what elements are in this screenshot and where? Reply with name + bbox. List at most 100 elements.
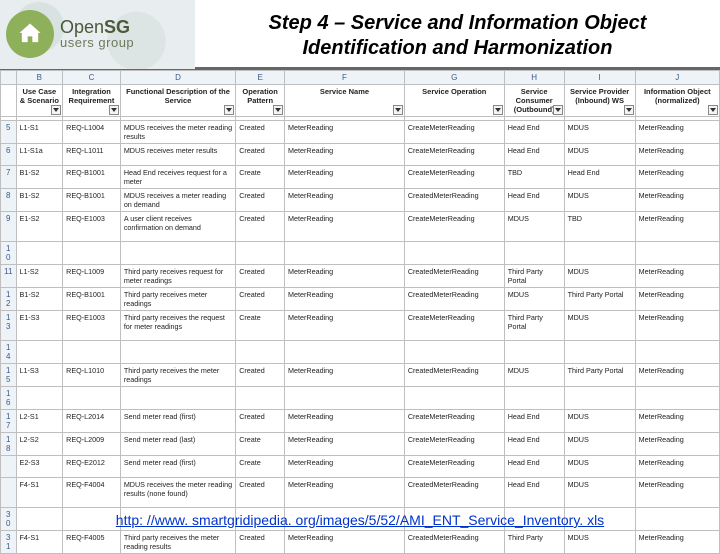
cell[interactable]: REQ-E1003 <box>63 212 121 242</box>
cell[interactable] <box>504 341 564 364</box>
column-header[interactable]: Integration Requirement <box>63 85 121 117</box>
cell[interactable] <box>635 341 719 364</box>
filter-dropdown-icon[interactable] <box>493 105 503 115</box>
cell[interactable] <box>564 242 635 265</box>
cell[interactable] <box>120 341 235 364</box>
cell[interactable] <box>63 387 121 410</box>
cell[interactable]: B1-S2 <box>16 189 63 212</box>
cell[interactable]: MDUS receives a meter reading on demand <box>120 189 235 212</box>
cell[interactable]: MDUS <box>564 410 635 433</box>
cell[interactable]: E1-S2 <box>16 212 63 242</box>
cell[interactable]: MeterReading <box>635 166 719 189</box>
cell[interactable]: REQ-L1009 <box>63 265 121 288</box>
cell[interactable]: Head End <box>504 456 564 478</box>
cell[interactable]: MeterReading <box>635 478 719 508</box>
cell[interactable]: MeterReading <box>285 478 405 508</box>
cell[interactable]: MDUS <box>504 364 564 387</box>
cell[interactable]: MeterReading <box>285 265 405 288</box>
cell[interactable]: Create <box>236 311 285 341</box>
cell[interactable]: Created <box>236 288 285 311</box>
filter-dropdown-icon[interactable] <box>51 105 61 115</box>
cell[interactable] <box>404 387 504 410</box>
cell[interactable] <box>635 242 719 265</box>
cell[interactable]: REQ-F4005 <box>63 531 121 554</box>
cell[interactable]: Head End receives request for a meter <box>120 166 235 189</box>
cell[interactable]: Create <box>236 456 285 478</box>
cell[interactable]: REQ-F4004 <box>63 478 121 508</box>
cell[interactable] <box>16 387 63 410</box>
cell[interactable]: Third party receives the meter readings <box>120 364 235 387</box>
cell[interactable]: MDUS <box>564 311 635 341</box>
cell[interactable]: MeterReading <box>635 265 719 288</box>
cell[interactable]: MeterReading <box>635 531 719 554</box>
cell[interactable]: MeterReading <box>635 144 719 166</box>
cell[interactable]: E1-S3 <box>16 311 63 341</box>
cell[interactable]: Third Party Portal <box>564 364 635 387</box>
cell[interactable]: Send meter read (last) <box>120 433 235 456</box>
cell[interactable]: Head End <box>504 410 564 433</box>
cell[interactable]: E2-S3 <box>16 456 63 478</box>
cell[interactable]: MeterReading <box>285 311 405 341</box>
cell[interactable]: MeterReading <box>285 121 405 144</box>
cell[interactable] <box>16 242 63 265</box>
cell[interactable]: L2-S1 <box>16 410 63 433</box>
cell[interactable]: MeterReading <box>635 433 719 456</box>
cell[interactable]: Head End <box>504 144 564 166</box>
cell[interactable]: CreateMeterReading <box>404 410 504 433</box>
cell[interactable] <box>504 242 564 265</box>
cell[interactable]: Third Party <box>504 531 564 554</box>
cell[interactable]: Send meter read (first) <box>120 456 235 478</box>
source-link[interactable]: http: //www. smartgridipedia. org/images… <box>116 512 604 528</box>
cell[interactable]: MDUS receives meter results <box>120 144 235 166</box>
cell[interactable] <box>236 387 285 410</box>
cell[interactable]: MeterReading <box>285 531 405 554</box>
cell[interactable]: MeterReading <box>635 121 719 144</box>
cell[interactable] <box>564 341 635 364</box>
cell[interactable]: REQ-E1003 <box>63 311 121 341</box>
cell[interactable]: MDUS <box>564 531 635 554</box>
cell[interactable]: Create <box>236 166 285 189</box>
cell[interactable]: MDUS <box>564 433 635 456</box>
cell[interactable]: L1-S1 <box>16 121 63 144</box>
cell[interactable]: MeterReading <box>635 212 719 242</box>
cell[interactable]: CreatedMeterReading <box>404 531 504 554</box>
cell[interactable]: Send meter read (first) <box>120 410 235 433</box>
column-header[interactable]: Service Operation <box>404 85 504 117</box>
cell[interactable]: MeterReading <box>635 189 719 212</box>
cell[interactable]: CreatedMeterReading <box>404 478 504 508</box>
cell[interactable]: Third party receives meter readings <box>120 288 235 311</box>
column-header[interactable]: Service Name <box>285 85 405 117</box>
cell[interactable]: L1-S2 <box>16 265 63 288</box>
cell[interactable]: MDUS <box>564 121 635 144</box>
cell[interactable]: REQ-L1010 <box>63 364 121 387</box>
cell[interactable]: Head End <box>564 166 635 189</box>
filter-dropdown-icon[interactable] <box>224 105 234 115</box>
cell[interactable]: Created <box>236 478 285 508</box>
cell[interactable]: REQ-B1001 <box>63 166 121 189</box>
cell[interactable]: MeterReading <box>635 288 719 311</box>
cell[interactable] <box>564 387 635 410</box>
cell[interactable]: Third Party Portal <box>564 288 635 311</box>
filter-dropdown-icon[interactable] <box>109 105 119 115</box>
cell[interactable]: CreatedMeterReading <box>404 288 504 311</box>
cell[interactable]: B1-S2 <box>16 288 63 311</box>
cell[interactable]: CreateMeterReading <box>404 433 504 456</box>
cell[interactable]: MeterReading <box>285 456 405 478</box>
cell[interactable]: MeterReading <box>285 288 405 311</box>
cell[interactable]: REQ-L2014 <box>63 410 121 433</box>
filter-dropdown-icon[interactable] <box>708 105 718 115</box>
cell[interactable]: MeterReading <box>285 166 405 189</box>
cell[interactable]: REQ-B1001 <box>63 288 121 311</box>
cell[interactable]: Third Party Portal <box>504 265 564 288</box>
filter-dropdown-icon[interactable] <box>273 105 283 115</box>
cell[interactable] <box>236 341 285 364</box>
cell[interactable]: Created <box>236 364 285 387</box>
cell[interactable]: MDUS <box>564 144 635 166</box>
cell[interactable]: MeterReading <box>285 189 405 212</box>
cell[interactable]: REQ-L2009 <box>63 433 121 456</box>
cell[interactable]: Head End <box>504 478 564 508</box>
cell[interactable]: Third party receives request for meter r… <box>120 265 235 288</box>
filter-dropdown-icon[interactable] <box>624 105 634 115</box>
cell[interactable] <box>404 341 504 364</box>
cell[interactable]: Create <box>236 433 285 456</box>
